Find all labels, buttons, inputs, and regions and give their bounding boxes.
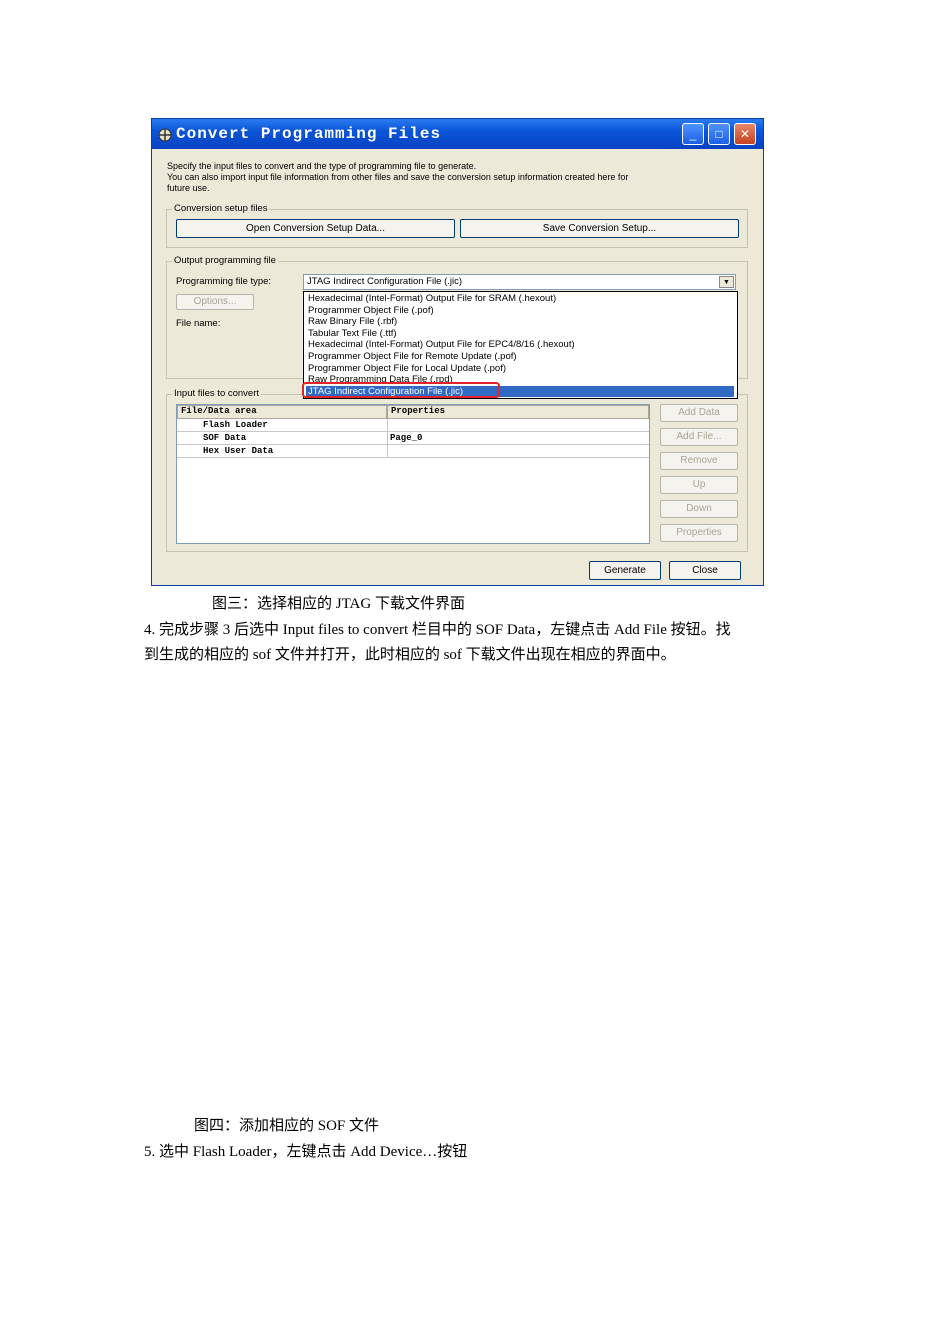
generate-button[interactable]: Generate	[589, 561, 661, 580]
row-divider	[177, 457, 649, 458]
column-header-properties[interactable]: Properties	[387, 405, 649, 419]
add-data-button[interactable]: Add Data	[660, 404, 738, 422]
output-file-legend: Output programming file	[172, 255, 278, 266]
close-window-button[interactable]: ✕	[734, 123, 756, 145]
dropdown-option[interactable]: Hexadecimal (Intel-Format) Output File f…	[306, 339, 734, 351]
chevron-down-icon[interactable]: ▼	[719, 276, 734, 288]
description-line: You can also import input file informati…	[167, 172, 629, 182]
step-5: 5. 选中 Flash Loader，左键点击 Add Device…按钮	[144, 1144, 468, 1160]
row-name: Hex User Data	[203, 446, 274, 456]
table-row[interactable]: Flash Loader	[177, 419, 649, 431]
dropdown-option[interactable]: Raw Binary File (.rbf)	[306, 316, 734, 328]
figure-caption-4: 图四：添加相应的 SOF 文件	[194, 1118, 380, 1134]
dropdown-option[interactable]: Programmer Object File for Remote Update…	[306, 351, 734, 363]
dropdown-option[interactable]: Tabular Text File (.ttf)	[306, 328, 734, 340]
table-row[interactable]: Hex User Data	[177, 445, 649, 457]
conversion-setup-legend: Conversion setup files	[172, 203, 270, 214]
input-files-table: File/Data area Properties Flash Loader S…	[176, 404, 650, 544]
row-props: Page_0	[390, 433, 423, 443]
column-divider	[387, 419, 388, 457]
selection-highlight-ring	[302, 382, 500, 398]
app-icon	[157, 126, 173, 142]
up-button[interactable]: Up	[660, 476, 738, 494]
step-4-line-2: 到生成的相应的 sof 文件并打开，此时相应的 sof 下载文件出现在相应的界面…	[144, 647, 676, 663]
save-conversion-setup-button[interactable]: Save Conversion Setup...	[460, 219, 739, 238]
row-name: Flash Loader	[203, 420, 268, 430]
open-conversion-setup-button[interactable]: Open Conversion Setup Data...	[176, 219, 455, 238]
properties-button[interactable]: Properties	[660, 524, 738, 542]
file-name-label: File name:	[176, 318, 221, 329]
add-file-button[interactable]: Add File...	[660, 428, 738, 446]
close-button[interactable]: Close	[669, 561, 741, 580]
input-files-legend: Input files to convert	[172, 388, 262, 399]
convert-programming-files-dialog: Convert Programming Files _ □ ✕ Specify …	[151, 118, 764, 586]
title-bar[interactable]: Convert Programming Files _ □ ✕	[152, 119, 763, 149]
step-4-line-1: 4. 完成步骤 3 后选中 Input files to convert 栏目中…	[144, 622, 731, 638]
window-title: Convert Programming Files	[176, 125, 442, 143]
dropdown-option[interactable]: Hexadecimal (Intel-Format) Output File f…	[306, 293, 734, 305]
dropdown-option[interactable]: Programmer Object File (.pof)	[306, 305, 734, 317]
dropdown-option[interactable]: Programmer Object File for Local Update …	[306, 363, 734, 375]
minimize-button[interactable]: _	[682, 123, 704, 145]
row-name: SOF Data	[203, 433, 247, 443]
remove-button[interactable]: Remove	[660, 452, 738, 470]
dialog-description: Specify the input files to convert and t…	[167, 161, 752, 194]
file-type-combo[interactable]: JTAG Indirect Configuration File (.jic)	[303, 274, 736, 290]
column-header-file[interactable]: File/Data area	[177, 405, 387, 419]
file-type-label: Programming file type:	[176, 276, 272, 287]
options-button[interactable]: Options...	[176, 294, 254, 310]
down-button[interactable]: Down	[660, 500, 738, 518]
maximize-button[interactable]: □	[708, 123, 730, 145]
description-line: future use.	[167, 183, 210, 193]
description-line: Specify the input files to convert and t…	[167, 161, 477, 171]
figure-caption-3: 图三：选择相应的 JTAG 下载文件界面	[212, 596, 465, 612]
table-row[interactable]: SOF Data Page_0	[177, 432, 649, 444]
